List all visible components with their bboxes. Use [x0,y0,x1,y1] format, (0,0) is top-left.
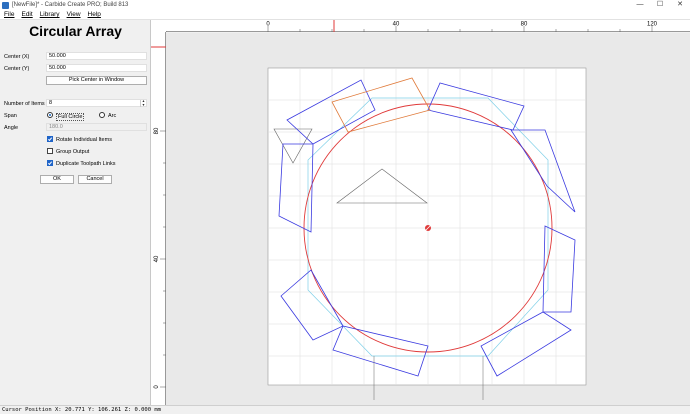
group-output-label[interactable]: Group Output [56,149,89,155]
top-tick-label: 80 [521,22,528,28]
cancel-button[interactable]: Cancel [78,175,112,184]
ruler-corner [151,20,166,32]
arc-radio[interactable] [99,112,105,118]
menu-library[interactable]: Library [40,11,60,18]
rotate-items-checkbox[interactable] [47,136,53,142]
num-items-label: Number of Items [4,101,45,107]
full-circle-radio[interactable] [47,112,53,118]
stepper-arrows-icon[interactable]: ▲ ▼ [140,99,146,107]
duplicate-links-checkbox[interactable] [47,160,53,166]
top-ruler: 0 40 80 120 [151,20,690,32]
top-tick-label: 120 [647,22,658,28]
menu-view[interactable]: View [67,11,81,18]
left-tick-label: 0 [154,385,160,389]
design-canvas[interactable] [166,33,690,405]
canvas-drawing[interactable] [166,33,690,405]
rotate-items-label[interactable]: Rotate Individual Items [56,137,112,143]
app-icon [2,1,9,9]
menu-help[interactable]: Help [88,11,101,18]
duplicate-links-label[interactable]: Duplicate Toolpath Links [56,161,116,167]
span-label: Span [4,113,17,119]
panel-title: Circular Array [29,23,122,39]
num-items-value: 8 [49,100,53,106]
num-items-stepper[interactable]: 8 ▲ ▼ [46,99,147,107]
close-button[interactable]: ✕ [670,0,690,10]
window-title: [NewFile]* - Carbide Create PRO; Build 8… [12,2,129,8]
top-ruler-scale: 0 40 80 120 [165,20,658,32]
center-x-label: Center (X) [4,54,30,60]
full-circle-label[interactable]: Full Circle [56,113,85,121]
ok-button[interactable]: OK [40,175,74,184]
menu-bar: File Edit Library View Help [0,10,690,20]
arc-label[interactable]: Arc [108,113,116,119]
window-controls: — ☐ ✕ [630,0,690,10]
center-y-input[interactable]: 50.000 [46,64,147,72]
maximize-button[interactable]: ☐ [650,0,670,10]
left-tick-label: 40 [154,255,160,262]
top-tick-label: 0 [266,22,270,28]
group-output-checkbox[interactable] [47,148,53,154]
minimize-button[interactable]: — [630,0,650,10]
left-ruler: 80 40 0 [151,32,166,405]
pick-center-button[interactable]: Pick Center in Window [46,76,147,85]
status-bar: Cursor Position X: 20.771 Y: 106.261 Z: … [0,405,690,414]
center-x-input[interactable]: 50.000 [46,52,147,60]
menu-edit[interactable]: Edit [21,11,32,18]
left-tick-label: 80 [154,127,160,134]
title-bar: [NewFile]* - Carbide Create PRO; Build 8… [0,0,690,10]
left-ruler-scale: 80 40 0 [151,46,166,389]
angle-input[interactable]: 180.0 [46,123,147,131]
center-y-label: Center (Y) [4,66,30,72]
menu-file[interactable]: File [4,11,14,18]
angle-label: Angle [4,125,19,131]
top-tick-label: 40 [393,22,400,28]
center-marker-icon[interactable] [424,224,432,232]
circular-array-panel: Circular Array Center (X) 50.000 Center … [0,20,151,405]
